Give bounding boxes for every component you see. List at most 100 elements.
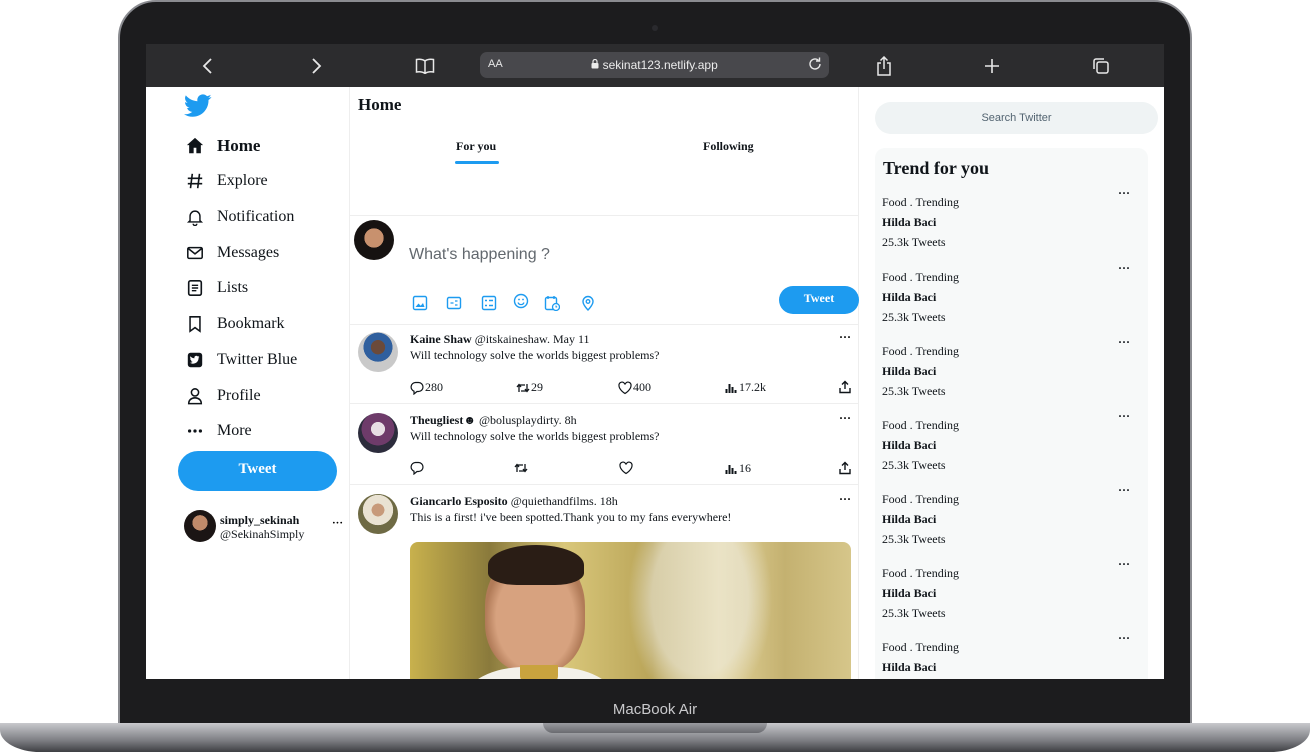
author-emoji: ☻ — [463, 413, 476, 427]
trend-category: Food . Trending — [882, 640, 960, 654]
tweet-media-image[interactable] — [410, 542, 851, 679]
reload-icon[interactable] — [807, 56, 823, 72]
tweet-item[interactable]: Kaine Shaw @itskaineshaw. May 11 Will te… — [350, 323, 858, 404]
address-bar[interactable]: AA sekinat123.netlify.app — [480, 52, 829, 78]
views-icon — [725, 464, 737, 474]
mail-icon — [187, 246, 203, 260]
search-input[interactable]: Search Twitter — [875, 102, 1158, 134]
trend-count: 25.3k Tweets — [882, 310, 946, 324]
main-timeline: Home For you Following What's happening … — [350, 87, 859, 679]
image-icon[interactable] — [412, 295, 428, 311]
trends-panel: Trend for you Food . Trending Hilda Baci 2… — [875, 148, 1148, 679]
compose-box: What's happening ? Tweet — [350, 215, 859, 325]
trend-more-button[interactable]: ··· — [1118, 409, 1130, 424]
tweet-button[interactable]: Tweet — [178, 451, 337, 491]
trend-more-button[interactable]: ··· — [1118, 557, 1130, 572]
tab-label: Following — [703, 139, 754, 153]
camera — [652, 25, 658, 31]
trend-category: Food . Trending — [882, 270, 960, 284]
trend-item[interactable]: Food . Trending Hilda Baci ··· — [882, 631, 1144, 677]
avatar — [184, 510, 216, 542]
url-label: sekinat123.netlify.app — [602, 58, 718, 72]
account-more-button[interactable]: ··· — [332, 517, 343, 529]
tab-label: For you — [456, 139, 497, 153]
trend-item[interactable]: Food . Trending Hilda Baci 25.3k Tweets ··· — [882, 186, 1144, 252]
retweet-button[interactable]: 29 — [516, 380, 543, 395]
author-name[interactable]: Giancarlo Esposito — [410, 494, 508, 508]
tweet-item[interactable]: Theugliest☻ @bolusplaydirty. 8h Will tec… — [350, 404, 858, 485]
trend-more-button[interactable]: ··· — [1118, 483, 1130, 498]
tweet-more-button[interactable]: ··· — [839, 411, 851, 426]
sidebar-item-label: Messages — [217, 244, 280, 261]
like-button[interactable]: 400 — [618, 380, 651, 395]
tabs-overview-icon[interactable] — [1088, 53, 1114, 79]
gif-icon[interactable] — [446, 295, 462, 311]
tweet-text: Will technology solve the worlds biggest… — [410, 429, 660, 443]
sidebar-item-messages[interactable]: Messages — [186, 244, 279, 262]
compose-tweet-button[interactable]: Tweet — [779, 286, 859, 314]
more-icon — [187, 429, 203, 433]
emoji-icon[interactable] — [513, 293, 529, 309]
reply-button[interactable]: 280 — [410, 380, 443, 395]
trend-more-button[interactable]: ··· — [1118, 631, 1130, 646]
sidebar-item-profile[interactable]: Profile — [186, 387, 261, 405]
schedule-icon[interactable] — [544, 295, 560, 311]
new-tab-icon[interactable] — [979, 53, 1005, 79]
sidebar-item-twitter-blue[interactable]: Twitter Blue — [186, 351, 297, 369]
sidebar-item-explore[interactable]: Explore — [186, 172, 268, 190]
trend-more-button[interactable]: ··· — [1118, 261, 1130, 276]
trend-item[interactable]: Food . Trending Hilda Baci 25.3k Tweets ··· — [882, 335, 1144, 401]
trend-item[interactable]: Food . Trending Hilda Baci 25.3k Tweets ··· — [882, 483, 1144, 549]
tweet-more-button[interactable]: ··· — [839, 492, 851, 507]
heart-icon — [618, 380, 632, 394]
forward-icon[interactable] — [303, 53, 329, 79]
avatar — [358, 413, 398, 453]
share-tweet-button[interactable] — [838, 461, 853, 475]
trend-item[interactable]: Food . Trending Hilda Baci 25.3k Tweets ··· — [882, 261, 1144, 327]
tweet-meta: @bolusplaydirty. 8h — [478, 413, 577, 427]
author-name[interactable]: Theugliest — [410, 413, 463, 427]
sidebar-item-notification[interactable]: Notification — [186, 208, 294, 226]
twitter-logo-icon[interactable] — [184, 94, 212, 118]
trend-name: Hilda Baci — [882, 215, 937, 229]
sidebar-item-lists[interactable]: Lists — [186, 279, 248, 297]
list-icon — [187, 279, 203, 297]
tweet-item[interactable]: Giancarlo Esposito @quiethandfilms. 18h … — [350, 485, 858, 679]
avatar — [358, 332, 398, 372]
sidebar-item-home[interactable]: Home — [186, 136, 260, 156]
trend-category: Food . Trending — [882, 195, 960, 209]
trend-more-button[interactable]: ··· — [1118, 186, 1130, 201]
sidebar-item-bookmark[interactable]: Bookmark — [186, 315, 285, 333]
trends-title: Trend for you — [883, 158, 990, 178]
retweet-button[interactable] — [514, 461, 529, 475]
screen: AA sekinat123.netlify.app Home Explore N… — [146, 44, 1164, 679]
tab-following[interactable]: Following — [703, 139, 754, 154]
back-icon[interactable] — [195, 53, 221, 79]
trend-item[interactable]: Food . Trending Hilda Baci 25.3k Tweets ··· — [882, 557, 1144, 623]
bookmarks-book-icon[interactable] — [412, 53, 438, 79]
views-button[interactable]: 16 — [724, 461, 751, 476]
device-brand: MacBook Air — [612, 701, 698, 718]
account-handle: @SekinahSimply — [220, 527, 305, 541]
reply-button[interactable] — [410, 461, 425, 475]
trend-item[interactable]: Food . Trending Hilda Baci 25.3k Tweets ··· — [882, 409, 1144, 475]
tab-for-you[interactable]: For you — [455, 139, 499, 164]
sidebar-item-label: Twitter Blue — [217, 351, 298, 368]
author-name[interactable]: Kaine Shaw — [410, 332, 472, 346]
reply-icon — [410, 381, 424, 395]
sidebar-item-label: Lists — [217, 279, 249, 296]
tweet-header: Theugliest☻ @bolusplaydirty. 8h — [410, 413, 577, 428]
views-button[interactable]: 17.2k — [724, 380, 766, 395]
reply-count: 280 — [425, 380, 443, 394]
poll-icon[interactable] — [481, 295, 497, 311]
compose-input[interactable]: What's happening ? — [409, 246, 550, 264]
tweet-more-button[interactable]: ··· — [839, 330, 851, 345]
share-icon[interactable] — [871, 53, 897, 79]
like-button[interactable] — [619, 461, 634, 475]
trend-more-button[interactable]: ··· — [1118, 335, 1130, 350]
sidebar-item-label: Profile — [217, 387, 261, 404]
location-icon[interactable] — [580, 295, 596, 311]
share-tweet-button[interactable] — [838, 380, 853, 394]
sidebar-item-more[interactable]: More — [186, 422, 252, 440]
trend-name: Hilda Baci — [882, 290, 937, 304]
